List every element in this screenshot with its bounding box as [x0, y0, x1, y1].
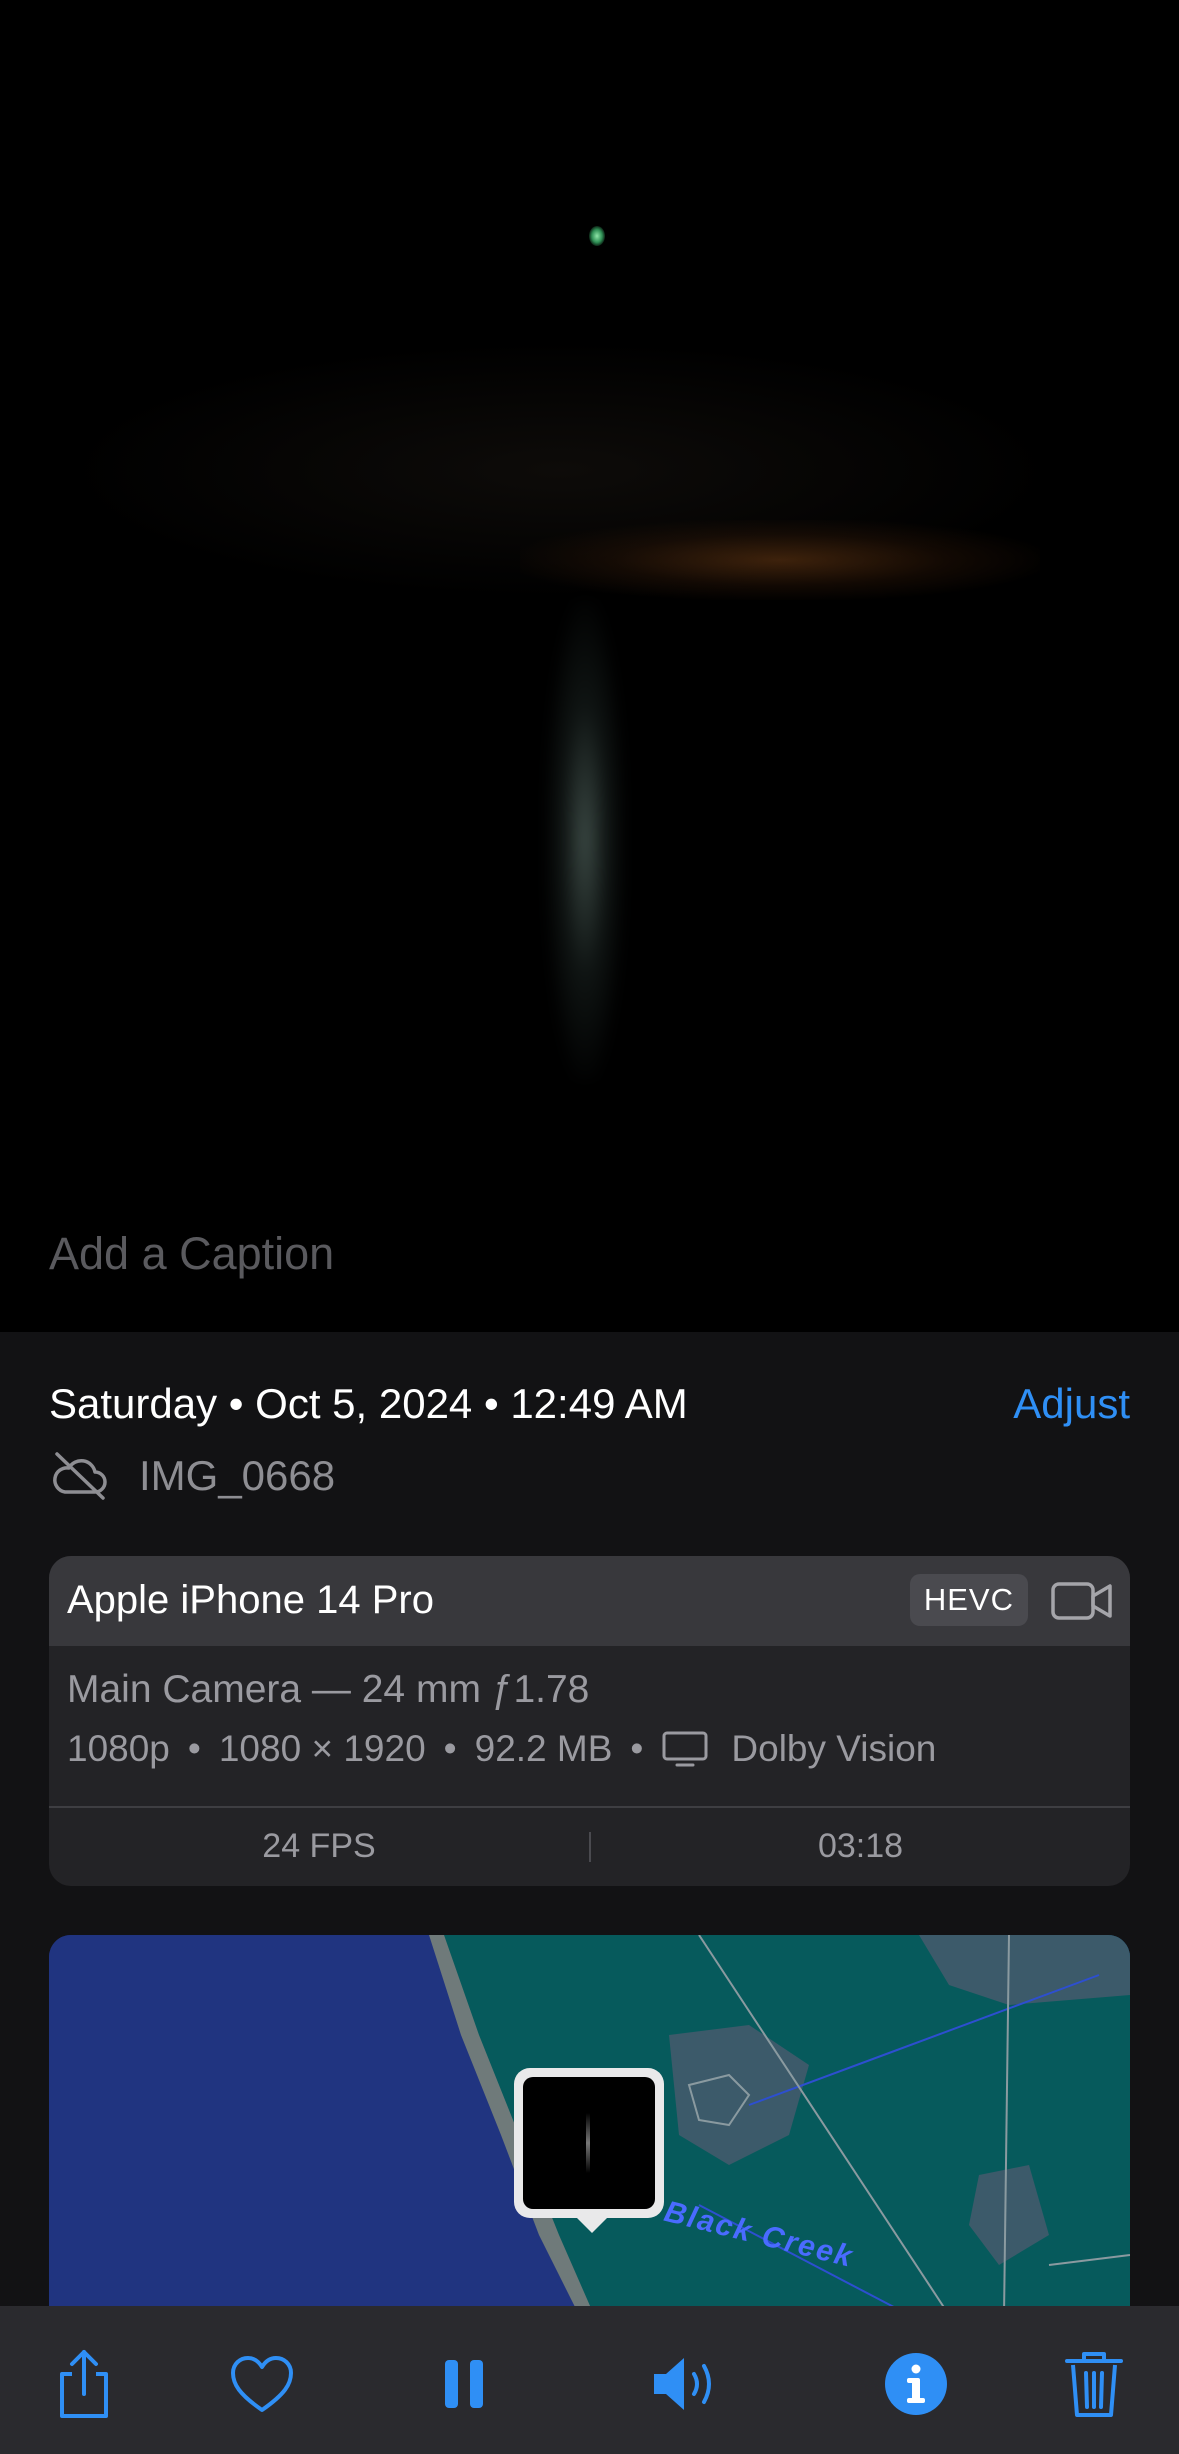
- camera-info-card: Apple iPhone 14 Pro HEVC Main Camera — 2…: [49, 1556, 1130, 1886]
- card-header: Apple iPhone 14 Pro HEVC: [49, 1556, 1130, 1646]
- codec-badge: HEVC: [909, 1574, 1028, 1626]
- separator: •: [443, 1728, 457, 1769]
- separator: •: [630, 1728, 644, 1769]
- thumbnail-reflection: [586, 2113, 590, 2173]
- distant-light: [589, 226, 605, 246]
- location-map[interactable]: Black Creek: [49, 1935, 1130, 2315]
- photo-viewer[interactable]: Add a Caption: [0, 0, 1179, 1332]
- pause-icon: [445, 2360, 483, 2408]
- device-name: Apple iPhone 14 Pro: [67, 1578, 434, 1622]
- capture-date: Saturday • Oct 5, 2024 • 12:49 AM: [49, 1380, 688, 1427]
- delete-button[interactable]: [1054, 2344, 1134, 2424]
- file-name: IMG_0668: [139, 1452, 336, 1499]
- dimensions-label: 1080 × 1920: [218, 1728, 426, 1769]
- display-icon: [662, 1731, 708, 1767]
- water-reflection: [545, 600, 625, 1080]
- bottom-toolbar: [0, 2306, 1179, 2454]
- photo-location-pin[interactable]: [514, 2068, 664, 2218]
- cloud-off-icon: [53, 1452, 107, 1500]
- share-button[interactable]: [44, 2344, 124, 2424]
- trash-icon: [1065, 2352, 1123, 2417]
- caption-field[interactable]: Add a Caption: [49, 1228, 334, 1280]
- video-camera-icon: [1051, 1582, 1112, 1620]
- pin-thumbnail: [523, 2077, 655, 2209]
- resolution-label: 1080p: [67, 1728, 170, 1769]
- heart-icon: [231, 2356, 293, 2412]
- pause-button[interactable]: [424, 2344, 504, 2424]
- frame-rate: 24 FPS: [262, 1827, 376, 1865]
- horizon-glow: [520, 520, 1040, 600]
- info-icon: [885, 2353, 947, 2415]
- info-button[interactable]: [876, 2344, 956, 2424]
- adjust-button[interactable]: Adjust: [1013, 1380, 1130, 1428]
- camera-lens-info: Main Camera — 24 mm ƒ1.78: [67, 1668, 590, 1711]
- video-duration: 03:18: [817, 1827, 904, 1865]
- hdr-format-label: Dolby Vision: [731, 1728, 937, 1769]
- pin-pointer: [574, 2215, 610, 2233]
- share-icon: [60, 2350, 108, 2418]
- file-size-label: 92.2 MB: [474, 1728, 613, 1769]
- volume-icon: [654, 2358, 711, 2410]
- favorite-button[interactable]: [222, 2344, 302, 2424]
- video-specs: 1080p • 1080 × 1920 • 92.2 MB • Dolby Vi…: [67, 1728, 936, 1770]
- separator: •: [187, 1728, 201, 1769]
- volume-button[interactable]: [648, 2344, 728, 2424]
